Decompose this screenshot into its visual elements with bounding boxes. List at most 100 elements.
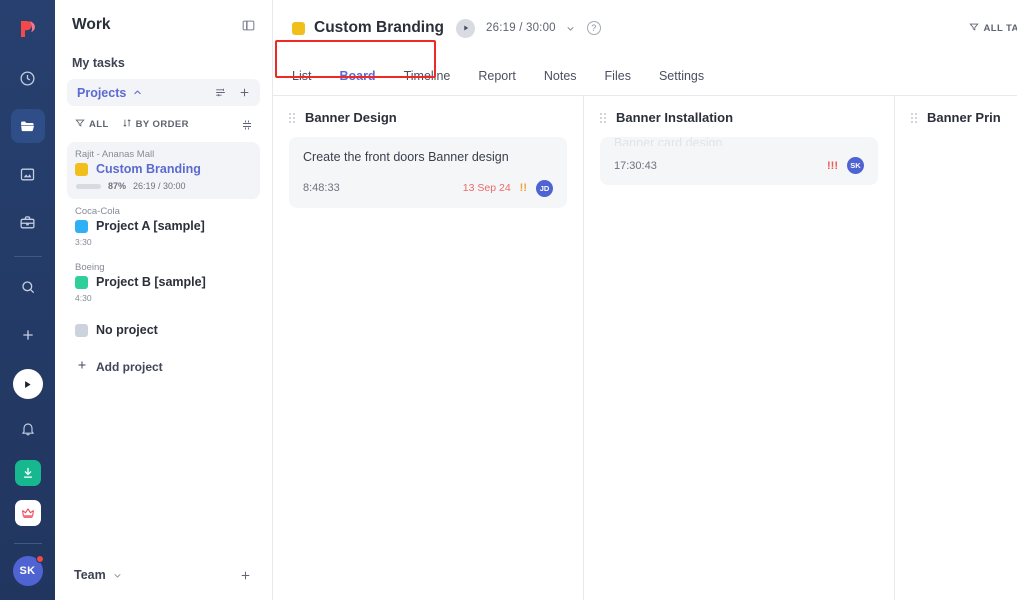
project-name-row: No project: [75, 323, 252, 337]
sidebar-project-a[interactable]: Coca-Cola Project A [sample] 3:30: [67, 199, 260, 255]
app-logo[interactable]: [11, 12, 45, 46]
rail-item-projects[interactable]: [10, 109, 45, 143]
rail-item-download[interactable]: [14, 460, 41, 486]
add-project-label: Add project: [96, 359, 163, 374]
help-question-icon[interactable]: ?: [586, 21, 601, 35]
task-assignee-avatar[interactable]: JD: [536, 179, 553, 197]
project-duration: 3:30: [75, 237, 92, 247]
board-column-banner-design: Banner Design Create the front doors Ban…: [273, 96, 584, 600]
rail-item-upgrade[interactable]: [14, 500, 41, 526]
filter-all[interactable]: ALL: [75, 118, 109, 131]
filter-icon: [75, 118, 85, 131]
project-name-row: Custom Branding: [75, 162, 252, 176]
rail-item-dashboard[interactable]: [11, 157, 45, 191]
progress-bar: [76, 183, 101, 189]
tab-notes[interactable]: Notes: [544, 69, 577, 83]
rail-item-search[interactable]: [11, 270, 45, 304]
filter-all-label: ALL: [89, 119, 109, 130]
project-duration: 4:30: [75, 293, 92, 303]
rail-item-start-timer[interactable]: [12, 369, 43, 399]
project-name: No project: [96, 323, 158, 337]
project-time: 26:19 / 30:00: [133, 181, 186, 191]
task-time: 17:30:43: [614, 159, 657, 172]
task-priority: !!!: [827, 159, 838, 172]
top-bar: Custom Branding 26:19 / 30:00 ? ALL TASK…: [273, 0, 1017, 56]
avatar[interactable]: SK: [12, 555, 44, 586]
sidebar-project-custom-branding[interactable]: Rajit - Ananas Mall Custom Branding 87% …: [67, 142, 260, 199]
filter-by-order-label: BY ORDER: [135, 119, 189, 130]
sidebar-footer: Team: [67, 568, 260, 600]
chevron-up-icon[interactable]: [132, 87, 143, 98]
all-tasks-label: ALL TASKS: [983, 22, 1017, 34]
column-header: Banner Design: [289, 110, 567, 125]
sidebar: Work My tasks Projects ALL BY ORDER Raji…: [55, 0, 273, 600]
notification-dot: [35, 555, 44, 563]
sidebar-project-list: Rajit - Ananas Mall Custom Branding 87% …: [67, 131, 260, 345]
page-title: Custom Branding: [314, 19, 445, 36]
tab-settings[interactable]: Settings: [659, 69, 704, 83]
filter-icon: [968, 22, 979, 35]
drag-grip-icon[interactable]: [600, 112, 606, 123]
rail-item-briefcase[interactable]: [11, 205, 45, 239]
avatar-initials: SK: [19, 565, 36, 577]
rail-item-clock[interactable]: [11, 61, 45, 95]
sidebar-project-b[interactable]: Boeing Project B [sample] 4:30: [67, 255, 260, 311]
board-column-banner-printing: Banner Prin: [895, 96, 1017, 600]
project-name-row: Project A [sample]: [75, 219, 252, 233]
task-meta: 8:48:33 13 Sep 24 !! JD: [303, 179, 553, 197]
task-meta-right: !!! SK: [827, 157, 864, 174]
column-title: Banner Design: [305, 110, 397, 125]
board-column-banner-installation: Banner Installation Banner card design 1…: [584, 96, 895, 600]
filter-by-order[interactable]: BY ORDER: [122, 118, 189, 131]
panel-collapse-icon[interactable]: [241, 18, 256, 33]
timer-chevron-down-icon[interactable]: [565, 23, 576, 34]
column-title: Banner Installation: [616, 110, 734, 125]
team-label[interactable]: Team: [74, 568, 106, 582]
project-client: Coca-Cola: [75, 206, 120, 217]
tab-list[interactable]: List: [292, 69, 311, 83]
task-time: 8:48:33: [303, 182, 340, 195]
project-progress: 87% 26:19 / 30:00: [75, 181, 252, 191]
collapse-all-icon[interactable]: [241, 119, 253, 131]
projects-label: Projects: [77, 85, 127, 100]
tab-bar: List Board Timeline Report Notes Files S…: [273, 40, 1017, 96]
all-tasks-filter[interactable]: ALL TASKS: [968, 22, 1017, 35]
task-card[interactable]: Banner card design 17:30:43 !!! SK: [600, 137, 878, 185]
rail-divider-bottom: [13, 543, 42, 544]
sidebar-title: Work: [72, 16, 111, 33]
task-due-date: 13 Sep 24: [462, 182, 511, 195]
icon-rail: SK: [0, 0, 55, 600]
project-client: Boeing: [75, 262, 105, 273]
add-project-icon[interactable]: [238, 86, 251, 99]
task-priority: !!: [519, 182, 527, 195]
add-team-member-icon[interactable]: [239, 569, 252, 582]
sidebar-filters: ALL BY ORDER: [67, 106, 260, 131]
rail-divider: [13, 256, 42, 257]
task-card[interactable]: Create the front doors Banner design 8:4…: [289, 137, 567, 208]
column-title: Banner Prin: [927, 110, 1001, 125]
sidebar-projects-section[interactable]: Projects: [67, 79, 260, 106]
tab-board[interactable]: Board: [339, 69, 375, 83]
rail-item-create[interactable]: [11, 318, 45, 352]
main-area: Custom Branding 26:19 / 30:00 ? ALL TASK…: [273, 0, 1017, 600]
add-project-button[interactable]: Add project: [67, 345, 260, 374]
task-meta: 17:30:43 !!! SK: [614, 157, 864, 174]
drag-grip-icon[interactable]: [289, 112, 295, 123]
sidebar-item-my-tasks[interactable]: My tasks: [67, 34, 260, 79]
sidebar-project-none[interactable]: No project: [67, 311, 260, 345]
task-assignee-avatar[interactable]: SK: [847, 157, 864, 174]
drag-grip-icon[interactable]: [911, 112, 917, 123]
list-settings-icon[interactable]: [214, 86, 227, 99]
project-client: Rajit - Ananas Mall: [75, 149, 155, 160]
sort-icon: [122, 118, 132, 131]
start-timer-button[interactable]: [456, 18, 476, 38]
chevron-down-icon[interactable]: [112, 570, 123, 581]
project-name: Project B [sample]: [96, 275, 206, 289]
tab-report[interactable]: Report: [478, 69, 516, 83]
rail-item-notifications[interactable]: [11, 412, 45, 446]
project-percent: 87%: [108, 181, 127, 191]
project-color-swatch: [75, 323, 88, 337]
project-name: Project A [sample]: [96, 219, 205, 233]
tab-files[interactable]: Files: [605, 69, 631, 83]
tab-timeline[interactable]: Timeline: [404, 69, 451, 83]
